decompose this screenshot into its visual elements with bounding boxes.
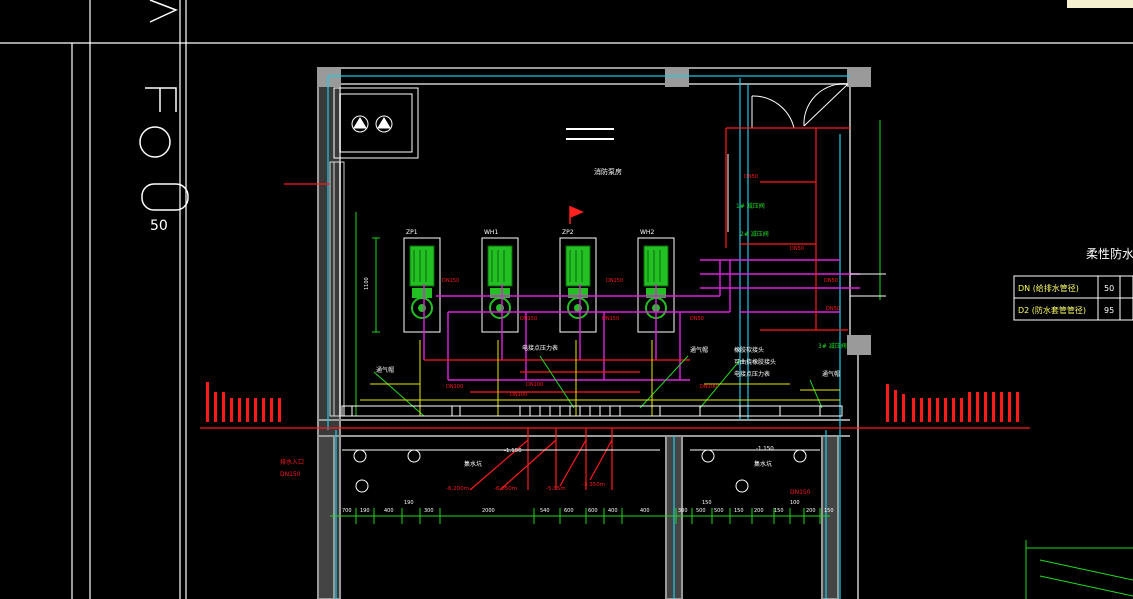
door bbox=[751, 83, 849, 129]
pump-tag: WH2 bbox=[640, 229, 654, 236]
yellow-lines bbox=[360, 340, 840, 416]
walls bbox=[317, 67, 871, 599]
elevation: -6.050m bbox=[494, 486, 517, 492]
dimension: 150 bbox=[734, 508, 744, 514]
dimension: 190 bbox=[404, 500, 414, 506]
valve-label: 1# 减压阀 bbox=[736, 202, 765, 210]
elevation: -1.150 bbox=[504, 448, 522, 454]
table-title: 柔性防水套管 bbox=[1086, 246, 1133, 261]
dimension: 500 bbox=[696, 508, 706, 514]
pump-icon bbox=[559, 237, 597, 333]
pipe-size-label: DN50 bbox=[690, 316, 704, 322]
dimension: 300 bbox=[678, 508, 688, 514]
elevation: -3.350m bbox=[582, 482, 605, 488]
annotation: 通气帽 bbox=[822, 370, 840, 378]
axis-bubble bbox=[139, 0, 189, 211]
dimension: 400 bbox=[384, 508, 394, 514]
dimension: 700 bbox=[342, 508, 352, 514]
pump-tag: WH1 bbox=[484, 229, 498, 236]
dimension: 200 bbox=[806, 508, 816, 514]
annotation: 集水坑 bbox=[464, 460, 482, 468]
dimension: 500 bbox=[714, 508, 724, 514]
flag-icon bbox=[569, 206, 584, 224]
dimension: 100 bbox=[790, 500, 800, 506]
elevation: -1.150 bbox=[756, 446, 774, 452]
pipe-size-label: DN100 bbox=[526, 382, 543, 388]
cad-drawing: 50 消防泵房 ZP1 WH1 ZP2 WH2 DN150 DN150 DN15… bbox=[0, 0, 1133, 599]
ui-corner-panel bbox=[1067, 0, 1133, 8]
dimension: 600 bbox=[588, 508, 598, 514]
annotation: 集水坑 bbox=[754, 460, 772, 468]
valve-label: 3# 减压阀 bbox=[818, 342, 847, 350]
room-label: 消防泵房 bbox=[594, 167, 622, 176]
pump-tag: ZP2 bbox=[562, 229, 574, 236]
dimension: 150 bbox=[702, 500, 712, 506]
valve-label: 2# 减压阀 bbox=[740, 230, 769, 238]
dimension: 300 bbox=[424, 508, 434, 514]
pipe-size-label: DN150 bbox=[602, 316, 619, 322]
cyan-lines bbox=[327, 75, 850, 599]
pipe-size-label: DN50 bbox=[826, 306, 840, 312]
elevation: -6.200m bbox=[446, 486, 469, 492]
annotation: DN150 bbox=[790, 489, 811, 496]
pipe-size-label: DN150 bbox=[520, 316, 537, 322]
dimension: 540 bbox=[540, 508, 550, 514]
dimension: 400 bbox=[640, 508, 650, 514]
pipe-size-label: DN150 bbox=[442, 278, 459, 284]
legend-small bbox=[566, 128, 614, 140]
axis-number: 50 bbox=[150, 218, 168, 234]
table-row-label: D2 (防水套管管径) bbox=[1018, 305, 1086, 315]
table-row-value: 50 bbox=[1104, 284, 1114, 293]
pipe-size-label: DN100 bbox=[510, 392, 527, 398]
valve-icon: 1# 减压阀 2# 减压阀 3# 减压阀 bbox=[736, 202, 847, 350]
pump-icon bbox=[481, 237, 519, 333]
table-row-value: 95 bbox=[1104, 306, 1114, 315]
dimension: 1100 bbox=[364, 277, 370, 290]
annotation: 电接点压力表 bbox=[522, 344, 558, 352]
pump-icon bbox=[403, 237, 441, 333]
pump-group bbox=[403, 237, 675, 333]
dimension: 600 bbox=[564, 508, 574, 514]
dimension: 2000 bbox=[482, 508, 495, 514]
annotation: 通气帽 bbox=[690, 346, 708, 354]
dimension: 190 bbox=[360, 508, 370, 514]
pipe-size-label: DN150 bbox=[606, 278, 623, 284]
annotation: DN150 bbox=[280, 471, 301, 478]
pipe-size-label: DN50 bbox=[790, 246, 804, 252]
elevation: -5.35m bbox=[546, 486, 566, 492]
pipe-size-label: DN100 bbox=[700, 384, 717, 390]
dimension: 150 bbox=[774, 508, 784, 514]
control-box bbox=[333, 87, 419, 159]
pipe-size-label: DN50 bbox=[744, 174, 758, 180]
pump-tag: ZP1 bbox=[406, 229, 418, 236]
dimension: 400 bbox=[608, 508, 618, 514]
dimension: 150 bbox=[824, 508, 834, 514]
annotation: 排水入口 bbox=[280, 458, 304, 466]
annotation: 电接点压力表 bbox=[734, 370, 770, 378]
annotation: 通气帽 bbox=[376, 366, 394, 374]
dimension: 200 bbox=[754, 508, 764, 514]
cad-viewport[interactable]: 50 消防泵房 ZP1 WH1 ZP2 WH2 DN150 DN150 DN15… bbox=[0, 0, 1133, 599]
annotation: 可曲挠橡胶接头 bbox=[734, 358, 776, 366]
pipe-size-label: DN100 bbox=[446, 384, 463, 390]
annotation: 橡胶软接头 bbox=[734, 346, 764, 354]
table-row-label: DN (给排水管径) bbox=[1018, 283, 1079, 293]
pipe-size-label: DN50 bbox=[824, 278, 838, 284]
